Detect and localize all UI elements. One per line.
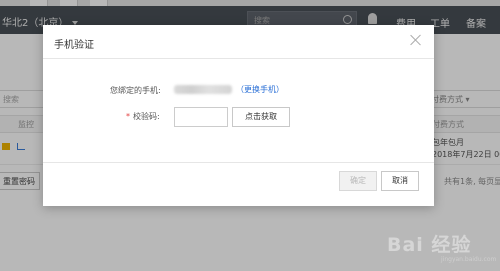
divider: [43, 162, 434, 163]
phone-verification-dialog: 手机验证 您绑定的手机: （更换手机） * 校验码: 点击获取 确定 取消: [43, 25, 434, 206]
change-phone-link[interactable]: （更换手机）: [236, 84, 284, 95]
required-asterisk: *: [126, 112, 130, 121]
baidu-jingyan-watermark: Bai 经验 jingyan.baidu.com: [383, 228, 498, 268]
close-icon[interactable]: [409, 33, 423, 47]
verification-code-input[interactable]: [174, 107, 228, 127]
change-phone-label: 更换手机: [244, 85, 276, 94]
watermark-url: jingyan.baidu.com: [441, 256, 497, 263]
masked-phone-number: [174, 85, 232, 94]
watermark-text: Bai 经验: [387, 234, 472, 256]
get-code-button[interactable]: 点击获取: [232, 107, 290, 127]
divider: [43, 58, 434, 59]
dialog-title: 手机验证: [54, 40, 94, 51]
cancel-button[interactable]: 取消: [381, 171, 419, 191]
confirm-button[interactable]: 确定: [339, 171, 377, 191]
code-label: 校验码:: [133, 112, 160, 121]
phone-label: 您绑定的手机:: [110, 86, 161, 95]
